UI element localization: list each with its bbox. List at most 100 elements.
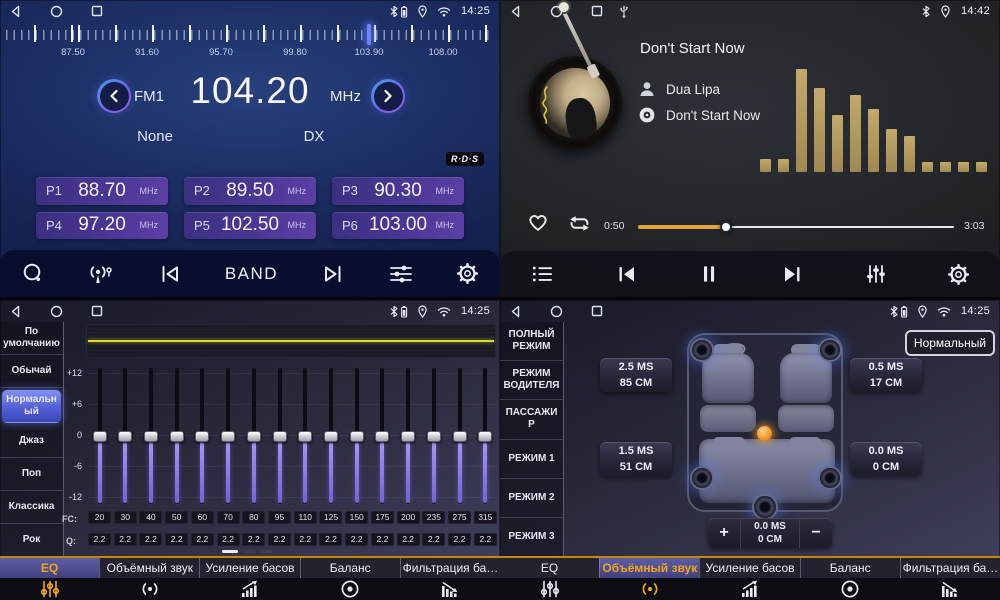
slider-thumb[interactable]	[298, 431, 312, 442]
surround-mode-item[interactable]: ПАССАЖИР	[500, 400, 563, 439]
seek-bar-thumb[interactable]	[720, 221, 732, 233]
equalizer-icon[interactable]	[864, 263, 888, 285]
slider-thumb[interactable]	[247, 431, 261, 442]
eq-band-slider[interactable]	[345, 366, 368, 506]
slider-thumb[interactable]	[118, 431, 132, 442]
home-icon[interactable]	[50, 305, 63, 318]
increase-delay-button[interactable]: +	[708, 518, 740, 548]
radio-preset-button[interactable]: P497.20MHz	[36, 212, 168, 240]
frequency-scale[interactable]	[6, 25, 494, 45]
eq-band-slider[interactable]	[88, 366, 111, 506]
surround-mode-item[interactable]: РЕЖИМ 1	[500, 440, 563, 479]
surround-mode-item[interactable]: РЕЖИМ 3	[500, 518, 563, 556]
filter-icon[interactable]	[400, 579, 500, 599]
eq-band-slider[interactable]	[191, 366, 214, 506]
front-right-delay-button[interactable]: 0.5 MS 17 CM	[850, 358, 922, 392]
pause-icon[interactable]	[698, 263, 720, 285]
band-button[interactable]: BAND	[225, 264, 278, 284]
sound-tab-5[interactable]: Фильтрация ба…	[400, 558, 500, 578]
sound-tab-1[interactable]: EQ	[0, 558, 99, 578]
sound-tab-3[interactable]: Усиление басов	[699, 558, 799, 578]
radio-preset-button[interactable]: P188.70MHz	[36, 177, 168, 205]
slider-thumb[interactable]	[453, 431, 467, 442]
surround-mode-item[interactable]: ПОЛНЫЙ РЕЖИМ	[500, 322, 563, 361]
radio-preset-button[interactable]: P6103.00MHz	[332, 212, 464, 240]
slider-thumb[interactable]	[350, 431, 364, 442]
rear-left-delay-button[interactable]: 1.5 MS 51 CM	[600, 442, 672, 476]
radio-preset-button[interactable]: P5102.50MHz	[184, 212, 316, 240]
front-left-delay-button[interactable]: 2.5 MS 85 CM	[600, 358, 672, 392]
eq-band-slider[interactable]	[268, 366, 291, 506]
sound-tab-2[interactable]: Объёмный звук	[99, 558, 199, 578]
eq-sliders-icon[interactable]	[500, 579, 600, 599]
repeat-icon[interactable]	[566, 214, 593, 233]
surround-mode-item[interactable]: РЕЖИМ 2	[500, 479, 563, 518]
eq-band-slider[interactable]	[139, 366, 162, 506]
listening-position-dot[interactable]	[757, 426, 772, 441]
eq-preset-item[interactable]: Джаз	[0, 425, 63, 458]
album-art[interactable]	[528, 56, 622, 150]
front-right-speaker-icon[interactable]	[818, 338, 842, 362]
slider-thumb[interactable]	[375, 431, 389, 442]
mixer-icon[interactable]	[388, 263, 414, 285]
back-icon[interactable]	[10, 5, 22, 18]
previous-station-icon[interactable]	[157, 263, 183, 285]
slider-thumb[interactable]	[401, 431, 415, 442]
broadcast-icon[interactable]	[87, 262, 115, 286]
eq-preset-item[interactable]: По умолчанию	[0, 322, 63, 355]
eq-band-slider[interactable]	[294, 366, 317, 506]
slider-thumb[interactable]	[324, 431, 338, 442]
slider-thumb[interactable]	[221, 431, 235, 442]
back-icon[interactable]	[510, 5, 522, 18]
recents-icon[interactable]	[91, 305, 103, 317]
bass-boost-icon[interactable]	[700, 579, 800, 599]
eq-band-slider[interactable]	[448, 366, 471, 506]
sound-tab-2[interactable]: Объёмный звук	[599, 558, 699, 578]
balance-icon[interactable]	[300, 579, 400, 599]
rear-left-speaker-icon[interactable]	[690, 466, 714, 490]
eq-band-slider[interactable]	[397, 366, 420, 506]
scan-icon[interactable]	[21, 262, 45, 285]
next-station-icon[interactable]	[320, 263, 346, 285]
eq-preset-item[interactable]: Классика	[0, 491, 63, 524]
back-icon[interactable]	[510, 305, 522, 318]
sound-tab-4[interactable]: Баланс	[800, 558, 900, 578]
sound-tab-5[interactable]: Фильтрация ба…	[900, 558, 1000, 578]
eq-preset-item[interactable]: Нормальный	[2, 390, 61, 423]
seek-bar[interactable]	[638, 226, 954, 228]
home-icon[interactable]	[50, 5, 63, 18]
eq-preset-item[interactable]: Обычай	[0, 355, 63, 388]
home-icon[interactable]	[550, 305, 563, 318]
eq-band-slider[interactable]	[474, 366, 497, 506]
previous-track-icon[interactable]	[614, 263, 639, 285]
settings-gear-icon[interactable]	[456, 262, 479, 285]
eq-band-slider[interactable]	[422, 366, 445, 506]
slider-thumb[interactable]	[93, 431, 107, 442]
recents-icon[interactable]	[591, 5, 603, 17]
settings-gear-icon[interactable]	[947, 263, 970, 286]
tune-up-button[interactable]	[371, 79, 405, 113]
next-track-icon[interactable]	[780, 263, 805, 285]
slider-thumb[interactable]	[427, 431, 441, 442]
subwoofer-icon[interactable]	[752, 494, 778, 520]
decrease-delay-button[interactable]: −	[800, 518, 832, 548]
slider-thumb[interactable]	[170, 431, 184, 442]
front-left-speaker-icon[interactable]	[690, 338, 714, 362]
eq-sliders-icon[interactable]	[0, 579, 100, 599]
eq-band-slider[interactable]	[217, 366, 240, 506]
eq-band-slider[interactable]	[114, 366, 137, 506]
favorite-heart-icon[interactable]	[526, 211, 550, 232]
slider-thumb[interactable]	[144, 431, 158, 442]
slider-thumb[interactable]	[273, 431, 287, 442]
playlist-icon[interactable]	[530, 263, 555, 285]
rear-right-delay-button[interactable]: 0.0 MS 0 CM	[850, 442, 922, 476]
tune-down-button[interactable]	[97, 79, 131, 113]
rear-right-speaker-icon[interactable]	[818, 466, 842, 490]
sound-tab-1[interactable]: EQ	[500, 558, 599, 578]
sound-profile-button[interactable]: Нормальный	[905, 330, 995, 356]
home-icon[interactable]	[550, 5, 563, 18]
surround-icon[interactable]	[100, 579, 200, 599]
eq-band-slider[interactable]	[371, 366, 394, 506]
eq-band-slider[interactable]	[319, 366, 342, 506]
surround-mode-item[interactable]: РЕЖИМ ВОДИТЕЛЯ	[500, 361, 563, 400]
